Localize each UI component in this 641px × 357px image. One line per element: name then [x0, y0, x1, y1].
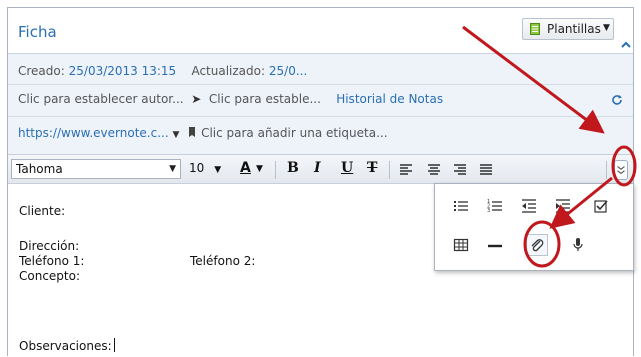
align-justify-icon[interactable] — [480, 164, 492, 176]
format-toolbar: Tahoma ▼ 10 ▼ A ▼ B I U T — [8, 154, 633, 184]
author-row: Clic para establecer autor... ➤ Clic par… — [18, 92, 443, 106]
more-tools-icon[interactable] — [614, 160, 628, 180]
note-window: Ficha Plantillas ▼ Creado: 25/03/2013 13… — [7, 7, 634, 357]
attachment-button[interactable] — [526, 234, 548, 256]
author-field[interactable]: Clic para establecer autor... — [18, 92, 184, 106]
created-date[interactable]: 25/03/2013 13:15 — [69, 64, 177, 78]
microphone-icon[interactable] — [570, 237, 586, 253]
editor-line-telefono-2: Teléfono 2: — [190, 254, 256, 268]
divider — [606, 161, 607, 179]
templates-button-label: Plantillas — [547, 22, 601, 36]
editor-line-observaciones: Observaciones: — [19, 338, 115, 353]
templates-button[interactable]: Plantillas ▼ — [522, 18, 614, 40]
chevron-down-icon[interactable]: ▼ — [172, 130, 179, 140]
divider — [8, 116, 633, 117]
chevron-down-icon: ▼ — [169, 164, 176, 174]
svg-text:3: 3 — [487, 208, 490, 214]
outdent-icon[interactable] — [521, 198, 537, 214]
note-header: Ficha Plantillas ▼ — [8, 8, 633, 53]
text-color-button[interactable]: A — [240, 160, 251, 176]
indent-icon[interactable] — [555, 198, 571, 214]
source-row: https://www.evernote.c... ▼ Clic para añ… — [18, 126, 388, 140]
font-family-value: Tahoma — [16, 162, 63, 176]
dates-row: Creado: 25/03/2013 13:15 Actualizado: 25… — [18, 64, 307, 78]
editor-line-direccion: Dirección: — [19, 239, 80, 253]
source-url-link[interactable]: https://www.evernote.c... — [18, 126, 169, 140]
align-right-icon[interactable] — [454, 164, 466, 176]
divider — [275, 161, 276, 179]
refresh-icon[interactable] — [611, 94, 623, 106]
align-left-icon[interactable] — [400, 164, 412, 176]
chevron-down-icon[interactable]: ▼ — [256, 164, 263, 174]
collapse-icon[interactable] — [621, 41, 631, 49]
align-center-icon[interactable] — [428, 164, 440, 176]
history-link[interactable]: Historial de Notas — [336, 92, 443, 106]
template-document-icon — [530, 23, 540, 35]
tag-field[interactable]: Clic para añadir una etiqueta... — [201, 126, 387, 140]
bold-button[interactable]: B — [287, 160, 299, 176]
italic-button[interactable]: I — [314, 160, 321, 176]
font-size-value: 10 — [189, 161, 205, 175]
divider — [389, 161, 390, 179]
updated-date[interactable]: 25/0... — [269, 64, 307, 78]
chevron-down-icon: ▼ — [603, 23, 610, 33]
observaciones-label: Observaciones: — [19, 339, 112, 353]
editor-line-concepto: Concepto: — [19, 269, 81, 283]
chevron-down-icon: ▼ — [214, 165, 222, 175]
strikethrough-button[interactable]: T — [367, 160, 377, 176]
location-field[interactable]: Clic para estable... — [209, 92, 321, 106]
text-cursor — [113, 338, 115, 352]
tag-icon — [189, 127, 196, 137]
created-label: Creado: — [18, 64, 65, 78]
note-meta: Creado: 25/03/2013 13:15 Actualizado: 25… — [8, 54, 633, 154]
attachment-icon — [531, 239, 544, 252]
font-size-select[interactable]: 10 ▼ — [189, 161, 221, 175]
numbered-list-icon[interactable]: 123 — [487, 198, 503, 214]
table-icon[interactable] — [453, 237, 469, 253]
editor-line-telefono-1: Teléfono 1: — [19, 254, 85, 268]
divider — [8, 84, 633, 85]
horizontal-rule-icon[interactable] — [487, 237, 503, 253]
underline-button[interactable]: U — [341, 160, 353, 176]
updated-label: Actualizado: — [191, 64, 266, 78]
note-title[interactable]: Ficha — [18, 23, 57, 41]
checkbox-icon[interactable] — [593, 198, 609, 214]
editor-line-cliente: Cliente: — [19, 204, 66, 218]
bullet-list-icon[interactable] — [453, 198, 469, 214]
location-icon: ➤ — [187, 92, 206, 106]
more-tools-popup: 123 — [434, 183, 634, 271]
font-family-select[interactable]: Tahoma ▼ — [11, 159, 181, 179]
